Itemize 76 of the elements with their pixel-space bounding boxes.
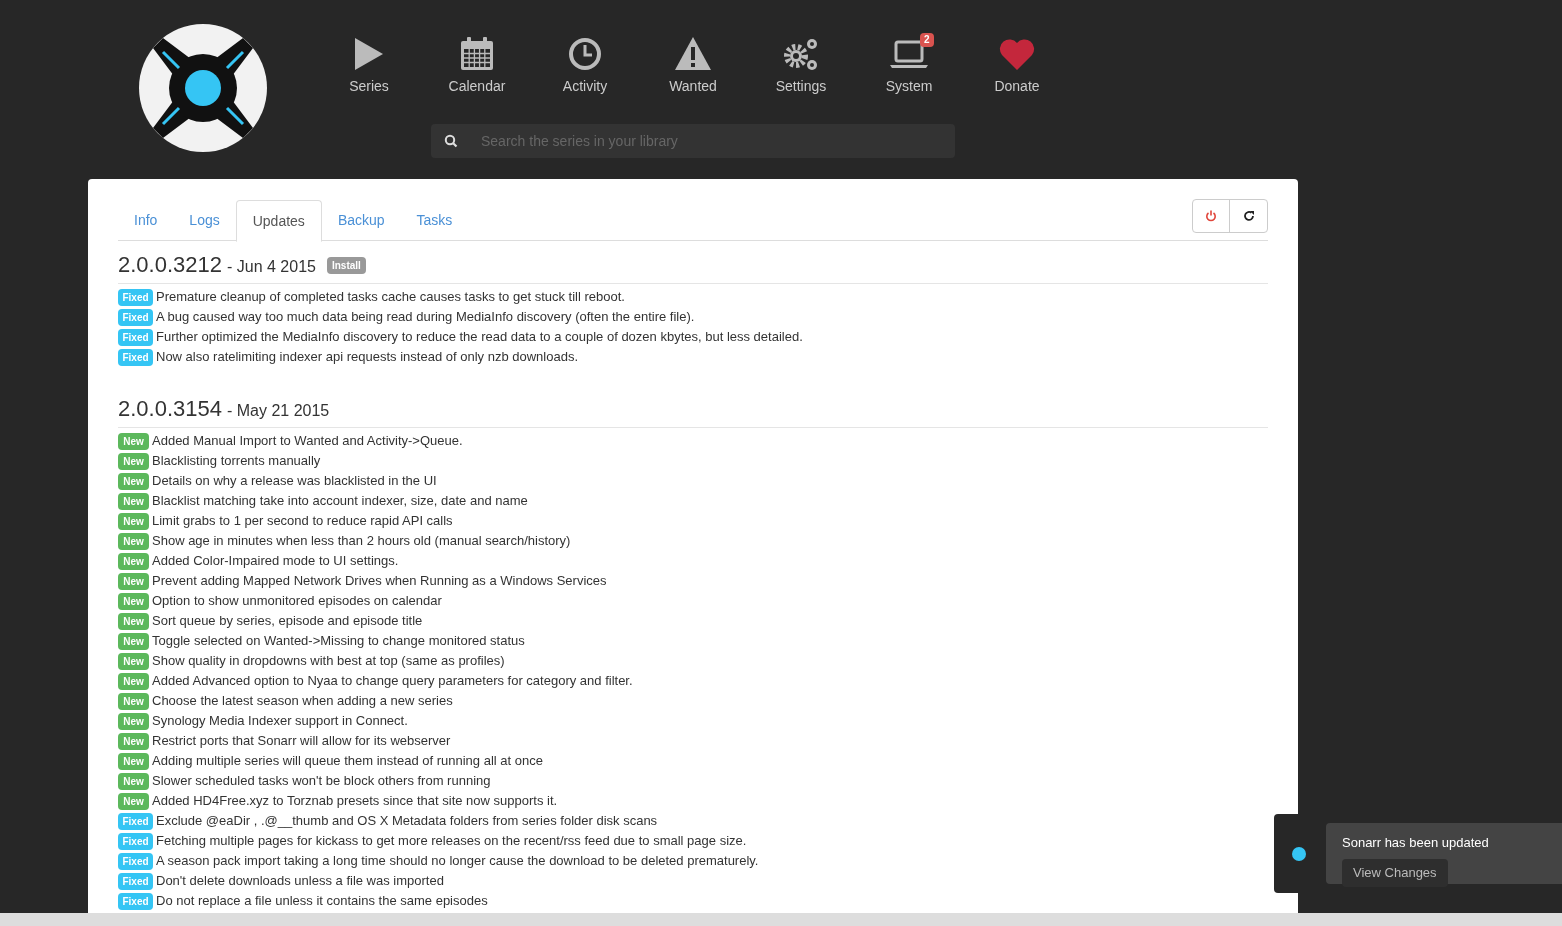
version-number: 2.0.0.3154 [118,398,222,420]
release-date: - May 21 2015 [227,403,330,419]
change-description: Now also ratelimiting indexer api requests instead of only nzb downloads. [156,348,578,367]
change-type-label: New [118,612,149,630]
nav-item[interactable]: Calendar [423,34,531,97]
change-type-label: New [118,692,149,710]
change-description: Slower scheduled tasks won't be block others from running [152,772,491,791]
change-description: Added Manual Import to Wanted and Activity->Queue. [152,432,463,451]
search-icon [444,134,458,148]
logo[interactable] [139,24,267,152]
change-description: Exclude @eaDir , .@__thumb and OS X Metadata folders from series folder disk scans [156,812,658,831]
change-description: Option to show unmonitored episodes on calendar [152,592,442,611]
change-description: Added Color-Impaired mode to UI settings. [152,552,399,571]
change-description: A bug caused way too much data being read during MediaInfo discovery (often the entire file). [156,308,695,327]
change-type-label: New [118,732,149,750]
change-description: Limit grabs to 1 per second to reduce rapid API calls [152,512,453,531]
change-type-label: New [118,592,149,610]
change-type-label: New [118,572,149,590]
change-description: Added HD4Free.xyz to Torznab presets since that site now supports it. [152,792,558,811]
change-type-label: Fixed [118,872,153,890]
change-type-label: Fixed [118,892,153,910]
change-description: Synology Media Indexer support in Connect. [152,712,408,731]
change-description: Do not replace a file unless it contains the same episodes [156,892,488,911]
release-date: - Jun 4 2015 [227,259,316,275]
change-type-label: Fixed [118,812,153,830]
change-description: Choose the latest season when adding a new series [152,692,453,711]
change-description: Further optimized the MediaInfo discovery to reduce the read data to a couple of dozen kbytes, but less detailed. [156,328,803,347]
change-description: Prevent adding Mapped Network Drives when Running as a Windows Services [152,572,607,591]
change-description: Sort queue by series, episode and episode title [152,612,423,631]
change-type-label: Fixed [118,852,153,870]
change-description: Restrict ports that Sonarr will allow for its webserver [152,732,451,751]
change-type-label: New [118,672,149,690]
change-description: Toggle selected on Wanted->Missing to change monitored status [152,632,525,651]
change-type-label: New [118,652,149,670]
view-changes-button[interactable]: View Changes [1342,858,1448,887]
change-type-label: Fixed [118,832,153,850]
change-type-label: Fixed [118,308,153,326]
change-description: Show quality in dropdowns with best at top (same as profiles) [152,652,505,671]
nav-item[interactable]: Activity [531,34,639,97]
refresh-icon [1242,210,1255,222]
change-description: Premature cleanup of completed tasks cache causes tasks to get stuck till reboot. [156,288,625,307]
change-type-label: New [118,632,149,650]
change-type-label: New [118,432,149,450]
power-icon [1205,210,1217,222]
change-type-label: New [118,712,149,730]
tab[interactable]: Updates [235,200,322,242]
change-type-label: New [118,752,149,770]
change-type-label: New [118,532,149,550]
change-type-label: New [118,792,149,810]
change-description: A season pack import taking a long time should no longer cause the download to be deleted prematurely. [156,852,759,871]
change-description: Blacklist matching take into account indexer, size, date and name [152,492,528,511]
change-description: Adding multiple series will queue them instead of running all at once [152,752,543,771]
change-description: Added Advanced option to Nyaa to change query parameters for category and filter. [152,672,633,691]
change-description: Don't delete downloads unless a file was imported [156,872,444,891]
change-type-label: New [118,472,149,490]
change-type-label: New [118,512,149,530]
count-badge: 2 [920,33,934,47]
change-type-label: New [118,492,149,510]
nav-item[interactable]: Series [315,34,423,97]
nav-item[interactable]: System 2 [855,34,963,97]
change-type-label: Fixed [118,288,153,306]
nav-item[interactable]: Wanted [639,34,747,97]
nav-item[interactable]: Donate [963,34,1071,97]
nav-item[interactable]: Settings [747,34,855,97]
change-description: Blacklisting torrents manually [152,452,321,471]
change-type-label: New [118,772,149,790]
change-type-label: New [118,452,149,470]
toast-message: Sonarr has been updated [1342,834,1490,852]
change-description: Details on why a release was blacklisted in the UI [152,472,437,491]
change-description: Fetching multiple pages for kickass to get more releases on the recent/rss feed due to small page size. [156,832,747,851]
change-description: Show age in minutes when less than 2 hours old (manual search/history) [152,532,571,551]
version-number: 2.0.0.3212 [118,254,222,276]
tab[interactable]: Logs [173,200,236,240]
change-type-label: Fixed [118,348,153,366]
change-type-label: Fixed [118,328,153,346]
change-type-label: New [118,552,149,570]
